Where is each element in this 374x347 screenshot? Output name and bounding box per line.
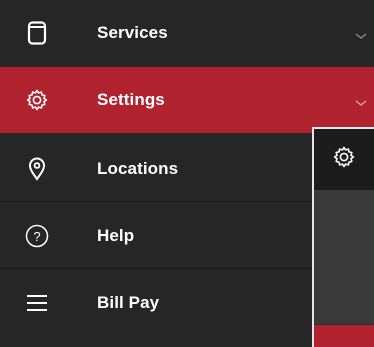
- chevron-down-icon[interactable]: [354, 28, 368, 39]
- nav-item-label: Settings: [97, 90, 165, 109]
- gear-icon: [332, 145, 356, 174]
- nav-item-label: Help: [97, 226, 135, 245]
- flyout-header: [314, 129, 374, 190]
- nav-item-label: Services: [97, 23, 168, 42]
- help-circle-icon: ?: [25, 224, 49, 248]
- gear-icon: [25, 88, 49, 112]
- location-pin-icon: [25, 157, 49, 181]
- nav-item-label: Bill Pay: [97, 293, 160, 312]
- flyout-panel[interactable]: [314, 190, 374, 324]
- nav-item-label: Locations: [97, 159, 179, 178]
- flyout-active-item[interactable]: [314, 325, 374, 347]
- side-navigation: Services Settings Locations ? Help Bill …: [0, 0, 374, 347]
- nav-item-services[interactable]: Services: [0, 0, 374, 66]
- menu-lines-icon: [25, 291, 49, 315]
- phone-icon: [25, 21, 49, 45]
- svg-text:?: ?: [33, 229, 40, 244]
- nav-item-settings[interactable]: Settings: [0, 67, 374, 133]
- chevron-down-icon[interactable]: [354, 95, 368, 106]
- settings-submenu-flyout: [312, 127, 374, 347]
